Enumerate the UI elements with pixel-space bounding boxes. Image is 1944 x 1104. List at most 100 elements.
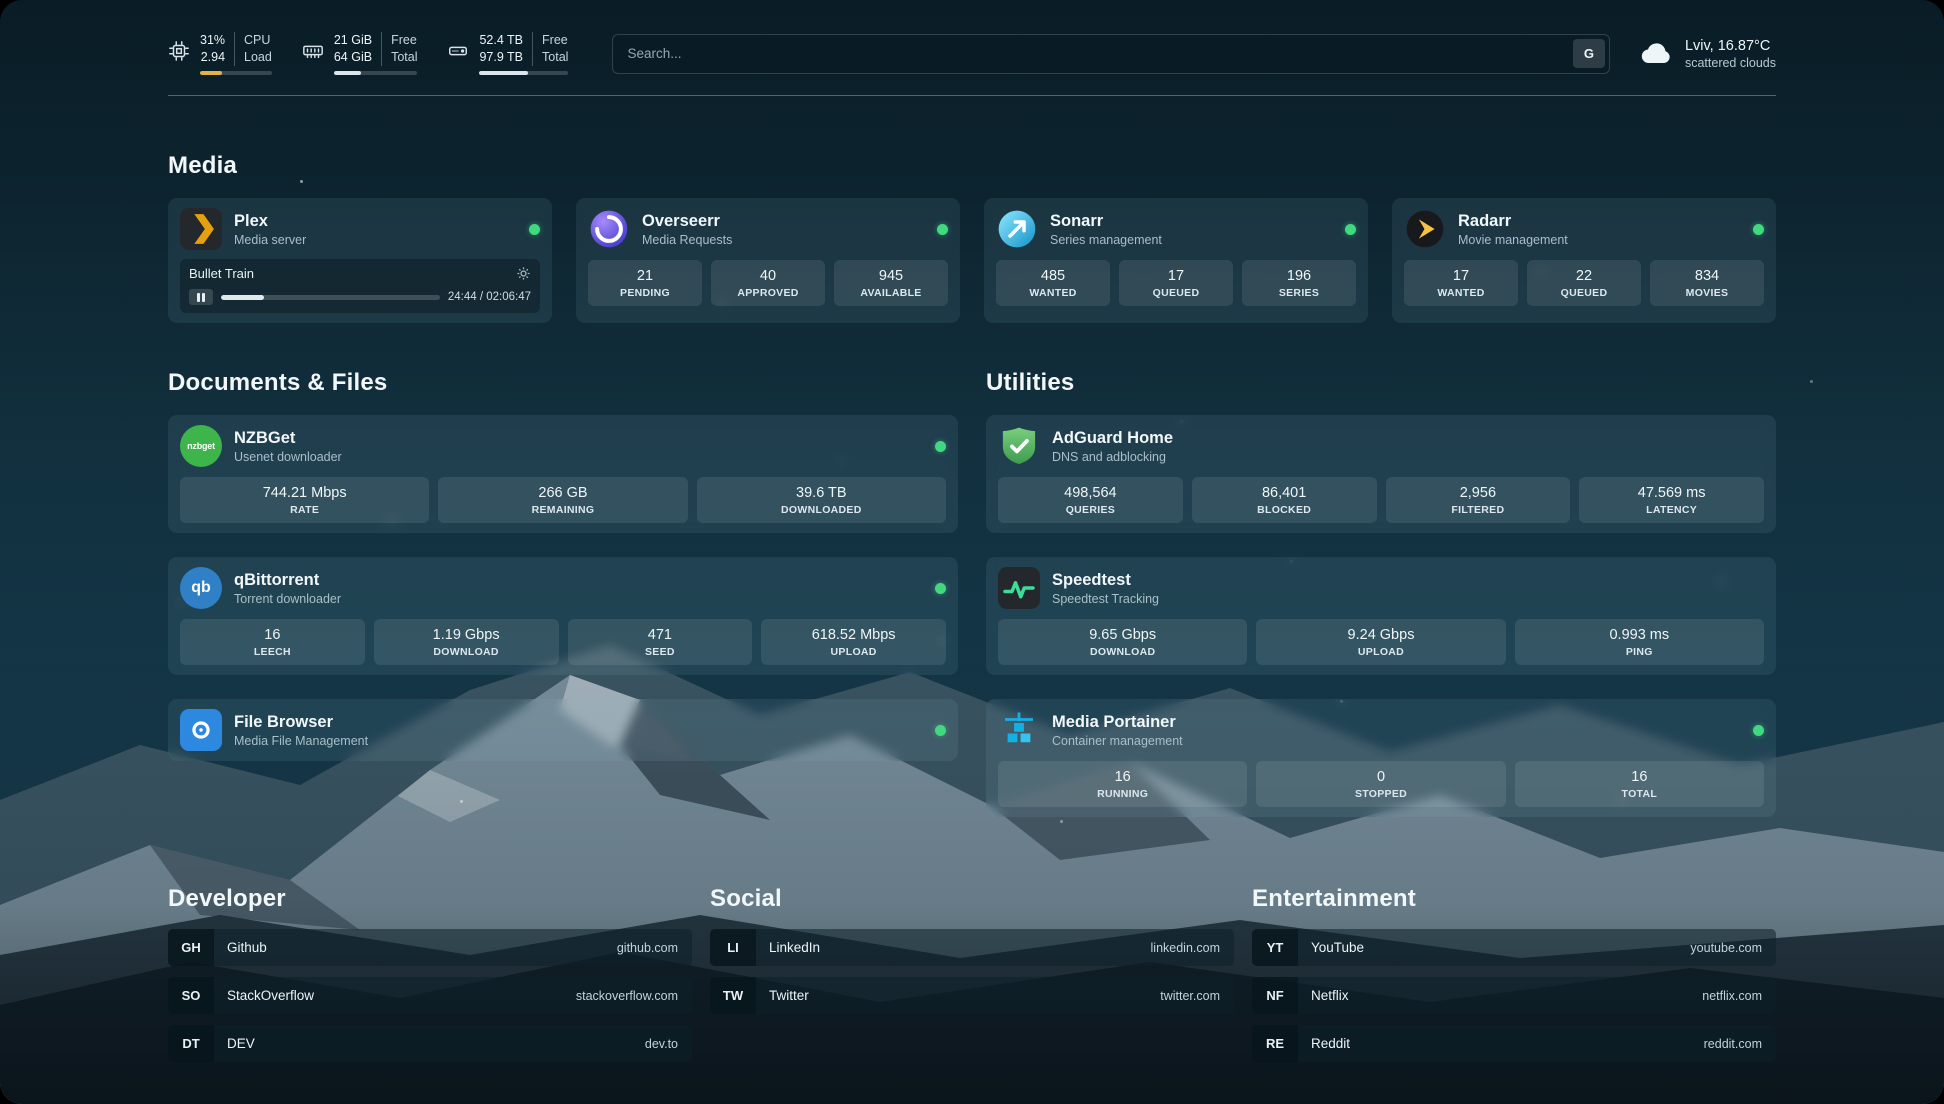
topbar-divider (168, 95, 1776, 96)
status-dot (1345, 224, 1356, 235)
stat-label: TOTAL (1519, 788, 1760, 800)
stat-label: STOPPED (1260, 788, 1501, 800)
service-subtitle: Movie management (1458, 233, 1741, 247)
stat-value: 22 (1531, 268, 1637, 284)
bookmark-abbr: LI (710, 929, 756, 966)
service-subtitle: DNS and adblocking (1052, 450, 1764, 464)
stat-pending: 21 PENDING (588, 260, 702, 306)
stat-label: APPROVED (715, 287, 821, 299)
bookmark-abbr: RE (1252, 1025, 1298, 1062)
stat-value: 266 GB (442, 485, 683, 501)
bookmark-name: Twitter (756, 988, 809, 1003)
bookmark-group-entertainment: Entertainment YT YouTube youtube.com NF … (1252, 885, 1776, 1073)
bookmark-url: linkedin.com (1151, 941, 1234, 955)
plex-icon (180, 208, 222, 250)
bookmark-url: reddit.com (1704, 1037, 1776, 1051)
cpu-load-label: Load (234, 49, 272, 66)
bookmark-netflix[interactable]: NF Netflix netflix.com (1252, 977, 1776, 1014)
stat-value: 945 (838, 268, 944, 284)
cpu-usage-bar-fill (200, 71, 222, 75)
service-card-sonarr[interactable]: Sonarr Series management 485 WANTED 17 Q… (984, 198, 1368, 323)
stat-label: RATE (184, 504, 425, 516)
service-card-filebrowser[interactable]: File Browser Media File Management (168, 699, 958, 761)
stat-queued: 22 QUEUED (1527, 260, 1641, 306)
dashboard-screen: 31% CPU 2.94 Load 21 GiB Free (0, 0, 1944, 1104)
stat-value: 485 (1000, 268, 1106, 284)
stat-wanted: 485 WANTED (996, 260, 1110, 306)
section-title-developer: Developer (168, 885, 692, 913)
memory-total-value: 64 GiB (334, 49, 381, 66)
bookmark-github[interactable]: GH Github github.com (168, 929, 692, 966)
stat-value: 498,564 (1002, 485, 1179, 501)
stat-value: 86,401 (1196, 485, 1373, 501)
section-title-media: Media (168, 152, 1776, 180)
stat-wanted: 17 WANTED (1404, 260, 1518, 306)
bookmark-stackoverflow[interactable]: SO StackOverflow stackoverflow.com (168, 977, 692, 1014)
status-dot (935, 583, 946, 594)
gear-icon[interactable] (516, 266, 531, 281)
bookmark-name: StackOverflow (214, 988, 314, 1003)
stat-label: UPLOAD (765, 646, 942, 658)
search-input[interactable] (612, 34, 1610, 74)
stat-remaining: 266 GB REMAINING (438, 477, 687, 523)
service-card-qbittorrent[interactable]: qb qBittorrent Torrent downloader 16 LEE… (168, 557, 958, 675)
stat-value: 0.993 ms (1519, 627, 1760, 643)
adguard-icon (998, 425, 1040, 467)
section-title-utilities: Utilities (986, 369, 1776, 397)
stat-label: REMAINING (442, 504, 683, 516)
stat-label: FILTERED (1390, 504, 1567, 516)
bookmark-linkedin[interactable]: LI LinkedIn linkedin.com (710, 929, 1234, 966)
cpu-usage-bar (200, 71, 272, 75)
service-card-overseerr[interactable]: Overseerr Media Requests 21 PENDING 40 A… (576, 198, 960, 323)
now-playing-title: Bullet Train (189, 266, 516, 281)
stat-label: MOVIES (1654, 287, 1760, 299)
utilities-column: Utilities Ad (986, 323, 1776, 841)
bookmark-twitter[interactable]: TW Twitter twitter.com (710, 977, 1234, 1014)
cpu-label: CPU (234, 32, 272, 49)
service-card-adguard[interactable]: AdGuard Home DNS and adblocking 498,564 … (986, 415, 1776, 533)
service-name: AdGuard Home (1052, 429, 1764, 448)
stat-value: 40 (715, 268, 821, 284)
disk-icon (447, 40, 469, 62)
service-name: File Browser (234, 713, 923, 732)
cloud-icon (1638, 36, 1674, 72)
bookmark-group-social: Social LI LinkedIn linkedin.com TW Twitt… (710, 885, 1234, 1073)
stat-label: SERIES (1246, 287, 1352, 299)
bookmark-reddit[interactable]: RE Reddit reddit.com (1252, 1025, 1776, 1062)
service-name: Sonarr (1050, 212, 1333, 231)
service-card-portainer[interactable]: Media Portainer Container management 16 … (986, 699, 1776, 817)
top-bar: 31% CPU 2.94 Load 21 GiB Free (0, 0, 1944, 75)
bookmark-dev[interactable]: DT DEV dev.to (168, 1025, 692, 1062)
bookmark-youtube[interactable]: YT YouTube youtube.com (1252, 929, 1776, 966)
media-cards-row: Plex Media server Bullet Train (168, 198, 1776, 323)
bookmark-abbr: NF (1252, 977, 1298, 1014)
stat-queries: 498,564 QUERIES (998, 477, 1183, 523)
bookmark-abbr: SO (168, 977, 214, 1014)
stat-running: 16 RUNNING (998, 761, 1247, 807)
stat-rate: 744.21 Mbps RATE (180, 477, 429, 523)
service-card-plex[interactable]: Plex Media server Bullet Train (168, 198, 552, 323)
status-dot (937, 224, 948, 235)
playback-progress-bar[interactable] (221, 295, 440, 300)
service-card-radarr[interactable]: Radarr Movie management 17 WANTED 22 QUE… (1392, 198, 1776, 323)
search-bar: G (612, 34, 1610, 74)
stat-label: UPLOAD (1260, 646, 1501, 658)
radarr-icon (1404, 208, 1446, 250)
cpu-widget: 31% CPU 2.94 Load (168, 32, 272, 75)
pause-button[interactable] (189, 289, 213, 305)
stat-label: QUEUED (1531, 287, 1637, 299)
service-card-nzbget[interactable]: nzbget NZBGet Usenet downloader 744.21 M… (168, 415, 958, 533)
bookmark-url: stackoverflow.com (576, 989, 692, 1003)
qbittorrent-icon: qb (180, 567, 222, 609)
stat-label: DOWNLOAD (378, 646, 555, 658)
overseerr-icon (588, 208, 630, 250)
stat-filtered: 2,956 FILTERED (1386, 477, 1571, 523)
stat-label: WANTED (1408, 287, 1514, 299)
stat-blocked: 86,401 BLOCKED (1192, 477, 1377, 523)
service-card-speedtest[interactable]: Speedtest Speedtest Tracking 9.65 Gbps D… (986, 557, 1776, 675)
service-subtitle: Media Requests (642, 233, 925, 247)
search-provider-button[interactable]: G (1573, 39, 1605, 68)
disk-free-value: 52.4 TB (479, 32, 532, 49)
stat-value: 2,956 (1390, 485, 1567, 501)
speedtest-icon (998, 567, 1040, 609)
